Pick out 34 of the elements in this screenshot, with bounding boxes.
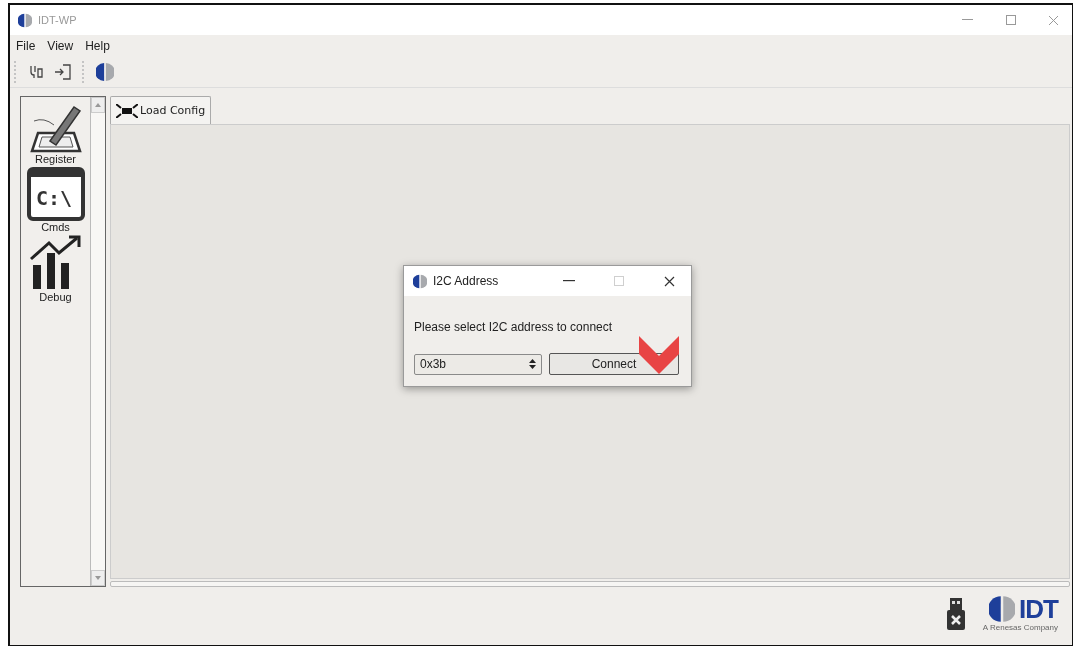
company-tagline: A Renesas Company [982,623,1058,632]
sidebar-item[interactable]: Cmds [41,221,70,233]
plug-icon[interactable] [28,64,44,80]
maximize-icon [614,276,624,286]
half-circle-icon[interactable] [96,62,114,82]
close-icon [1048,14,1059,26]
company-logo-icon [989,595,1016,623]
company-logo-text: IDT [1019,596,1058,622]
address-dropdown[interactable]: 0x3b [414,353,542,375]
maximize-icon [1005,15,1016,25]
menu-item[interactable]: File [16,39,36,53]
menu-item[interactable]: View [47,39,74,53]
spinner-arrows-icon [529,359,536,369]
usb-disconnected-icon [946,597,965,630]
horizontal-scrollbar[interactable] [110,581,1070,587]
exit-door-icon[interactable] [54,63,72,81]
load-config-button[interactable]: Load Config [110,96,212,124]
menu-item[interactable]: Help [85,39,110,53]
minimize-icon [962,19,973,21]
minimize-icon [563,280,575,282]
dialog-message: Please select I2C address to connect [414,320,614,334]
sidebar-item[interactable]: Debug [39,291,72,303]
scrollbar[interactable] [90,97,105,586]
close-icon [663,275,675,287]
half-circle-logo-icon [413,273,427,289]
expand-arrows-icon [116,103,138,118]
sidebar-item[interactable]: Register [35,153,76,165]
scroll-up-icon [95,103,101,107]
scroll-down-icon [95,576,101,580]
half-circle-logo-icon [18,12,32,28]
dialog-title: I2C Address [433,274,500,288]
chevron-arrow-icon [639,336,679,374]
terminal-prompt-text: C:\ [35,186,72,210]
window-title: IDT-WP [38,14,78,26]
